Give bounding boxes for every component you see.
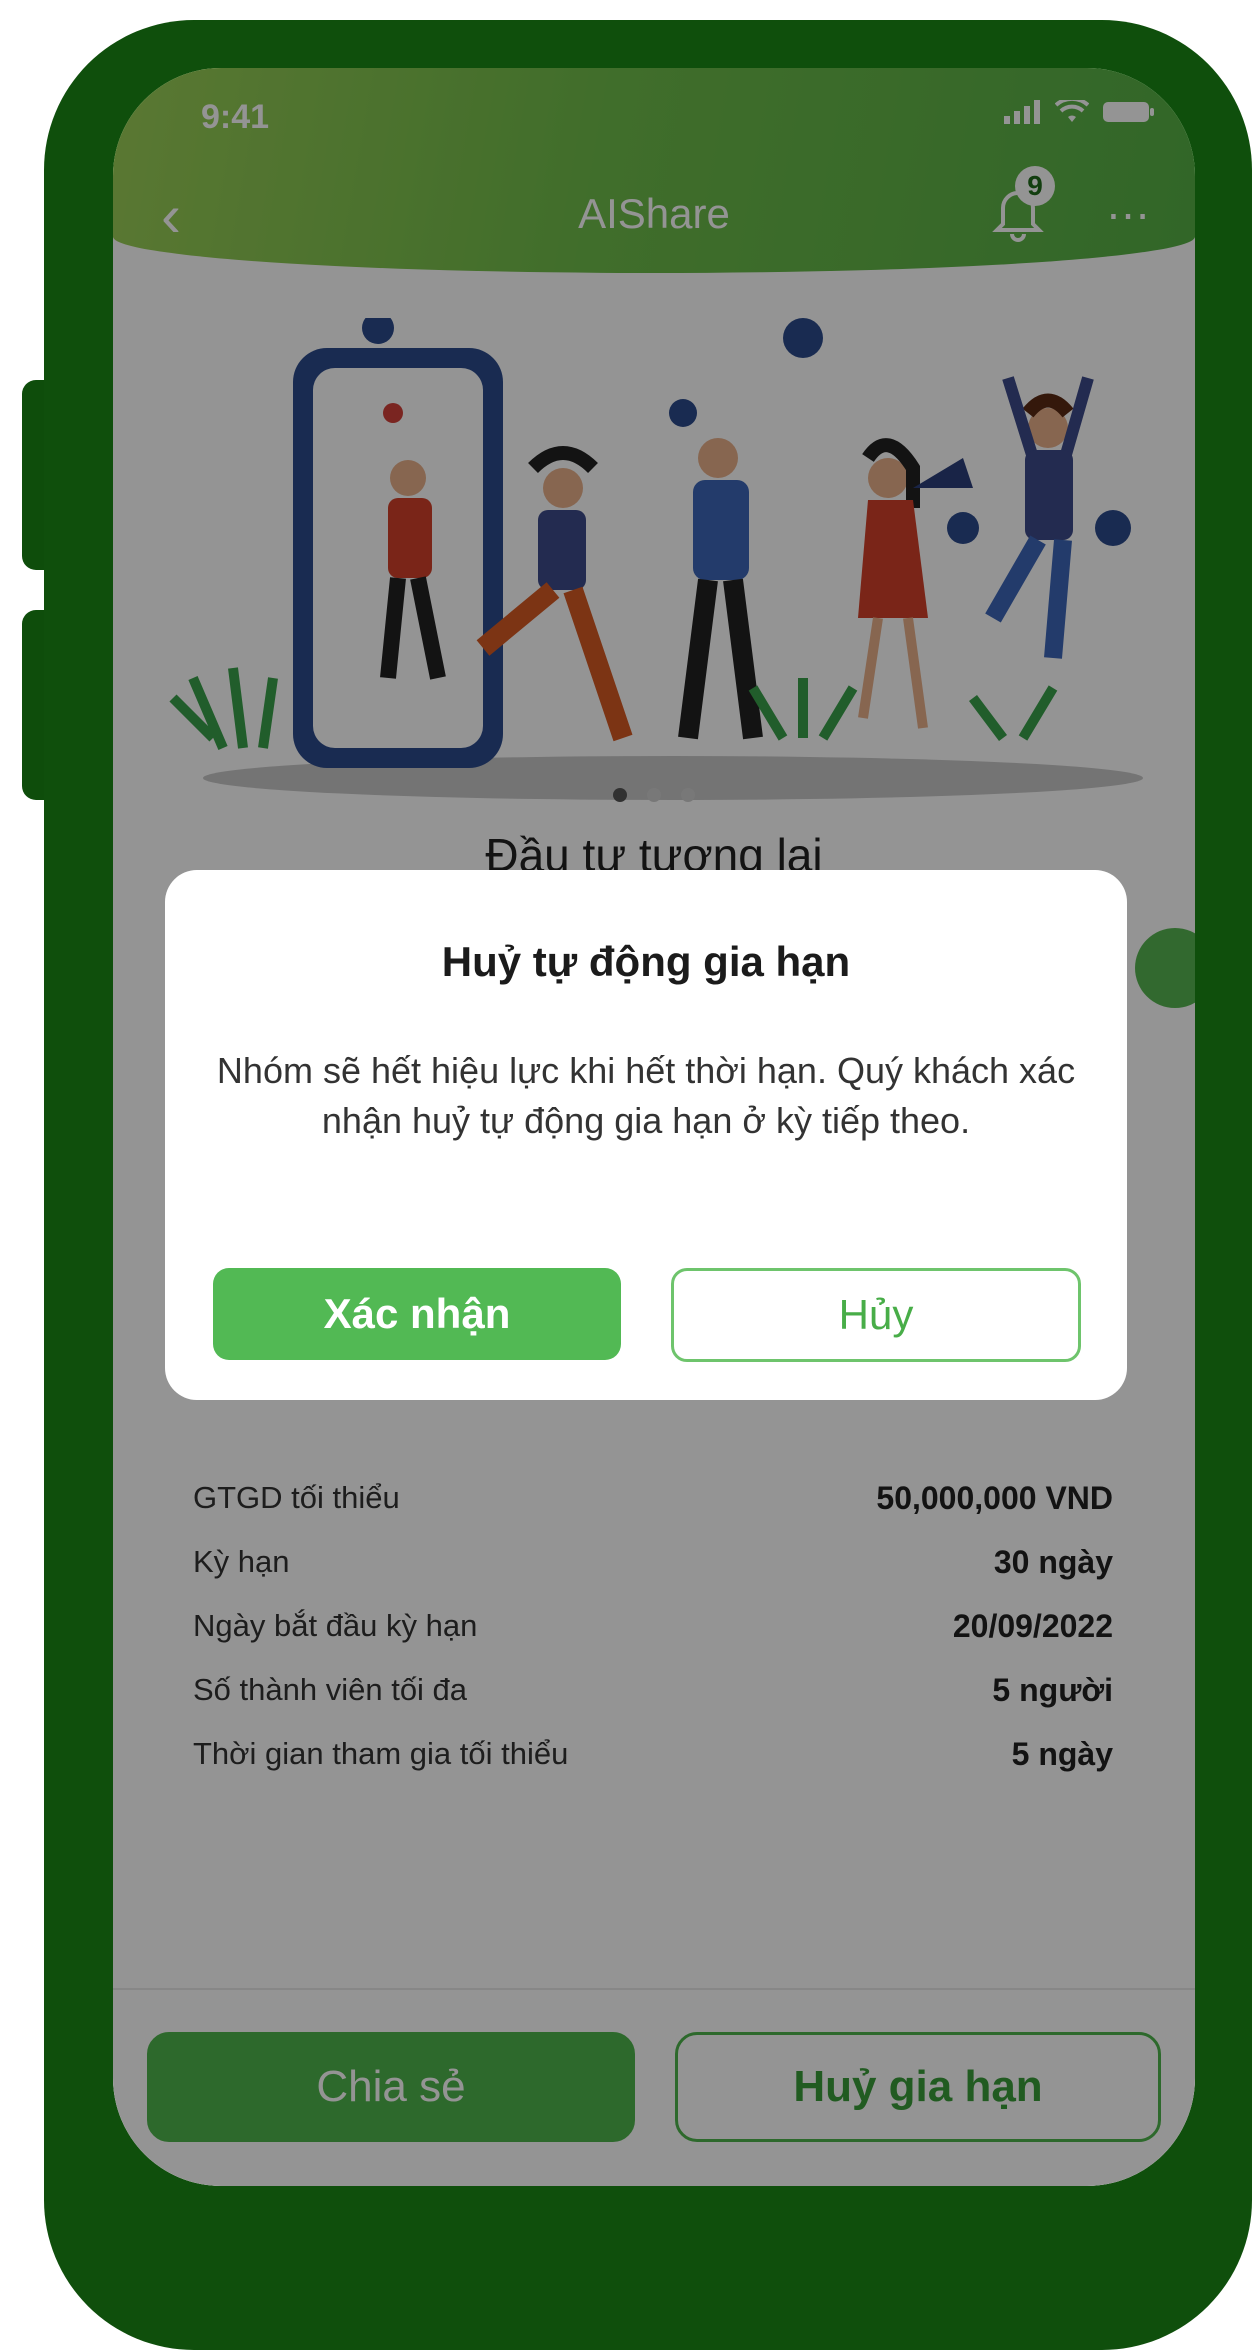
phone-screen: 9:41 ‹ AIShare 9 … Đầu tư tương lai GTGD…: [113, 68, 1195, 2186]
cancel-button[interactable]: Hủy: [671, 1268, 1081, 1362]
dialog-message: Nhóm sẽ hết hiệu lực khi hết thời hạn. Q…: [216, 1050, 1076, 1141]
dialog-title: Huỷ tự động gia hạn: [441, 938, 851, 985]
cancel-auto-renew-dialog: Huỷ tự động gia hạn Nhóm sẽ hết hiệu lực…: [165, 870, 1127, 1400]
confirm-button[interactable]: Xác nhận: [213, 1268, 621, 1360]
